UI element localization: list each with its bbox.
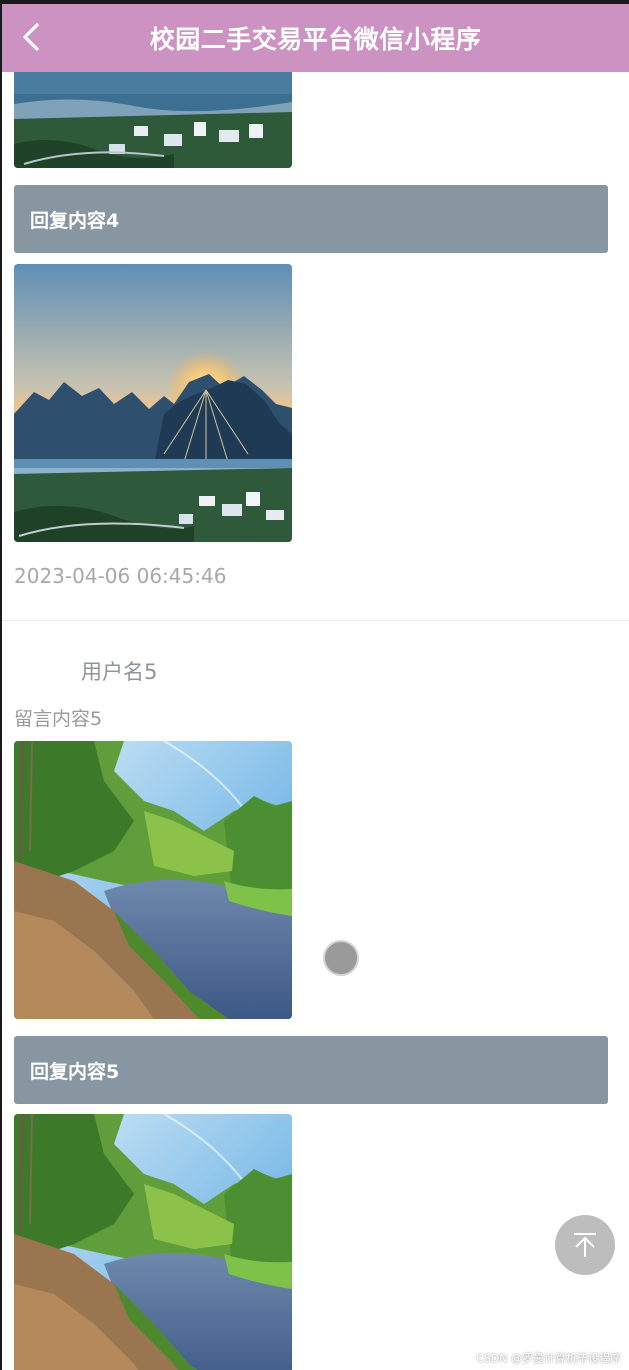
reply-content-text: 回复内容4 bbox=[30, 209, 120, 232]
reply-content-text: 回复内容5 bbox=[30, 1060, 120, 1083]
karst-sunset-landscape-image bbox=[14, 64, 292, 168]
app-screen: 校园二手交易平台微信小程序 回复内容4 2023-04-06 06:45:46 … bbox=[0, 0, 629, 1370]
entry-divider bbox=[2, 620, 629, 621]
reply-image[interactable] bbox=[14, 64, 292, 168]
chevron-left-icon bbox=[23, 23, 39, 51]
reply-image[interactable] bbox=[14, 1114, 292, 1370]
page-title: 校园二手交易平台微信小程序 bbox=[149, 25, 482, 54]
message-content: 留言内容5 bbox=[14, 708, 103, 730]
message-image[interactable] bbox=[14, 741, 292, 1019]
reply-content-bar: 回复内容4 bbox=[14, 185, 608, 253]
watermark-text: CSDN @罗曼计算机毕设程序 bbox=[476, 1352, 621, 1365]
floating-drag-dot[interactable] bbox=[323, 940, 359, 976]
reply-image[interactable] bbox=[14, 264, 292, 542]
username: 用户名5 bbox=[81, 660, 158, 684]
forest-river-landscape-image bbox=[14, 1114, 292, 1370]
back-to-top-button[interactable] bbox=[555, 1215, 615, 1275]
arrow-up-icon bbox=[574, 1233, 596, 1257]
karst-sunset-landscape-image bbox=[14, 264, 292, 542]
reply-content-bar: 回复内容5 bbox=[14, 1036, 608, 1104]
forest-river-landscape-image bbox=[14, 741, 292, 1019]
top-navigation-bar: 校园二手交易平台微信小程序 bbox=[2, 4, 629, 72]
post-time: 2023-04-06 06:45:46 bbox=[14, 564, 227, 588]
back-button[interactable] bbox=[16, 20, 46, 54]
